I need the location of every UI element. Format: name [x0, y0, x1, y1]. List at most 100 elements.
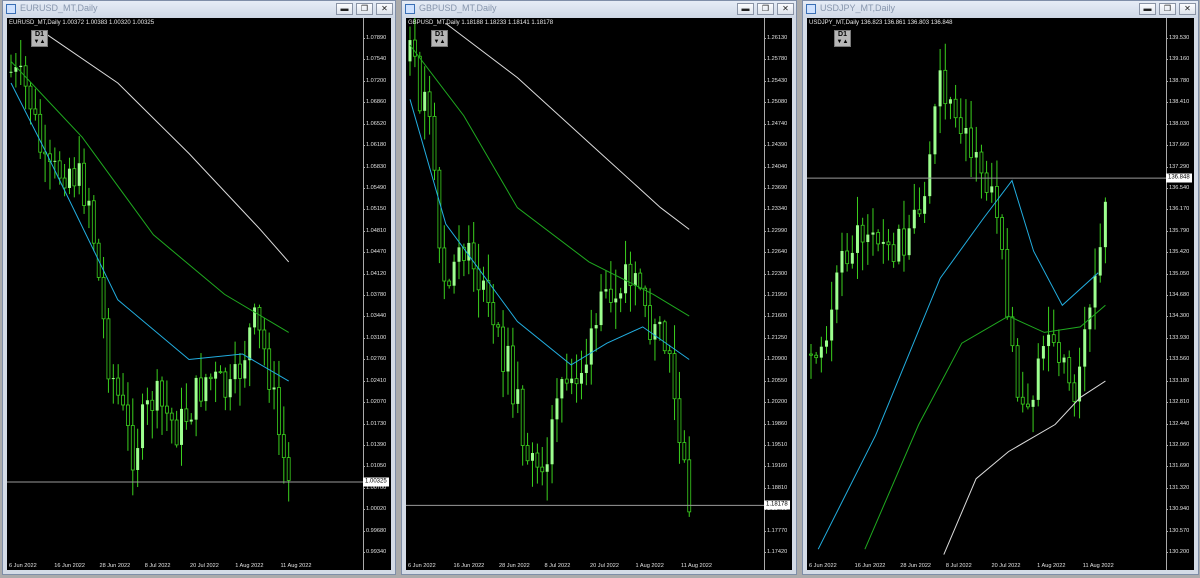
timeframe-selector[interactable]: D1 ▼▲ [834, 30, 851, 47]
chart-window-icon [806, 4, 816, 14]
candle [866, 214, 870, 265]
candle [174, 410, 179, 448]
candle [87, 187, 91, 229]
candle [130, 398, 135, 496]
timeframe-arrows-icon[interactable]: ▼▲ [432, 38, 447, 46]
candle [408, 26, 412, 76]
candle [633, 261, 637, 306]
candle [486, 254, 491, 317]
minimize-button[interactable]: ▬ [336, 3, 353, 15]
chart-window-eurusd[interactable]: EURUSD_MT,Daily ▬ ❐ ✕ EURUSD_MT,Daily 1.… [2, 0, 396, 575]
symbol-header: USDJPY_MT,Daily 136.823 136.861 136.803 … [809, 20, 953, 26]
restore-button[interactable]: ❐ [1159, 3, 1176, 15]
candle [228, 364, 232, 411]
candle [38, 99, 43, 159]
candle [624, 240, 628, 304]
price-tick-label: 134.680 [1165, 292, 1190, 298]
candle [948, 96, 952, 120]
date-tick-label: 8 Jul 2022 [144, 563, 171, 569]
candle [943, 43, 948, 120]
close-button[interactable]: ✕ [777, 3, 794, 15]
candle [953, 84, 958, 128]
price-chart[interactable]: USDJPY_MT,Daily 136.823 136.861 136.803 … [807, 18, 1194, 570]
candle [525, 432, 530, 465]
candle [67, 157, 71, 195]
candle [667, 344, 672, 373]
price-tick-label: 137.660 [1165, 142, 1190, 149]
candle [604, 270, 608, 299]
candle [14, 53, 18, 88]
minimize-button[interactable]: ▬ [737, 3, 754, 15]
candle [257, 304, 262, 349]
price-tick-label: 131.320 [1165, 484, 1190, 491]
candle [1078, 347, 1082, 419]
timeframe-arrows-icon[interactable]: ▼▲ [835, 38, 850, 46]
candlestick-plot[interactable] [406, 18, 764, 560]
candle [91, 195, 96, 252]
price-tick-label: 1.02070 [362, 399, 387, 406]
candle [1031, 395, 1035, 433]
moving-average-mid [10, 61, 289, 333]
window-title: USDJPY_MT,Daily [820, 3, 896, 13]
chart-window-usdjpy[interactable]: USDJPY_MT,Daily ▬ ❐ ✕ USDJPY_MT,Daily 13… [802, 0, 1199, 575]
price-tick-label: 1.00020 [362, 506, 387, 513]
price-tick-label: 1.19860 [763, 420, 788, 427]
price-tick-label: 131.690 [1165, 463, 1190, 470]
price-tick-label: 1.03440 [362, 313, 387, 320]
window-titlebar[interactable]: USDJPY_MT,Daily ▬ ❐ ✕ [803, 1, 1198, 18]
price-tick-label: 1.01050 [362, 463, 387, 470]
candle [912, 183, 916, 234]
price-tick-label: 1.20550 [763, 377, 788, 384]
window-titlebar[interactable]: EURUSD_MT,Daily ▬ ❐ ✕ [3, 1, 395, 18]
date-tick-label: 6 Jun 2022 [408, 563, 436, 569]
price-axis[interactable]: 1.26130 1.25780 1.25430 1.25080 1.24740 1.243… [763, 18, 792, 570]
candle [933, 103, 937, 164]
restore-button[interactable]: ❐ [356, 3, 373, 15]
price-chart[interactable]: GBPUSD_MT,Daily 1.18188 1.18233 1.18141 … [406, 18, 792, 570]
timeframe-selector[interactable]: D1 ▼▲ [431, 30, 448, 47]
window-titlebar[interactable]: GBPUSD_MT,Daily ▬ ❐ ✕ [402, 1, 796, 18]
price-tick-label: 0.99340 [362, 549, 387, 555]
timeframe-arrows-icon[interactable]: ▼▲ [32, 38, 47, 46]
date-tick-label: 8 Jul 2022 [945, 563, 972, 569]
minimize-button[interactable]: ▬ [1139, 3, 1156, 15]
candle [835, 265, 839, 324]
candle [218, 365, 223, 374]
candle [248, 323, 252, 387]
candle [199, 353, 203, 408]
candle [457, 225, 461, 280]
price-tick-label: 1.19510 [763, 441, 788, 448]
candle [516, 361, 520, 414]
candlestick-plot[interactable] [807, 18, 1166, 560]
price-chart[interactable]: EURUSD_MT,Daily 1.00372 1.00383 1.00320 … [7, 18, 391, 570]
price-tick-label: 1.25080 [763, 99, 788, 106]
restore-button[interactable]: ❐ [757, 3, 774, 15]
candle [432, 102, 437, 181]
candle [860, 217, 865, 271]
candle [560, 376, 564, 423]
candle [814, 351, 819, 364]
candle [111, 364, 115, 404]
candle [677, 371, 682, 464]
candle [1056, 329, 1061, 377]
price-axis[interactable]: 139.530 139.160 138.780 138.410 138.030 137.6… [1165, 18, 1194, 570]
price-axis[interactable]: 1.07890 1.07540 1.07200 1.06860 1.06520 1.061… [362, 18, 391, 570]
candle [1083, 306, 1087, 392]
candle [594, 313, 598, 352]
candle [917, 187, 922, 218]
price-tick-label: 139.530 [1165, 35, 1190, 41]
timeframe-selector[interactable]: D1 ▼▲ [31, 30, 48, 47]
moving-average-slow [943, 380, 1106, 555]
close-button[interactable]: ✕ [376, 3, 393, 15]
candle [452, 254, 456, 294]
close-button[interactable]: ✕ [1179, 3, 1196, 15]
candle [928, 141, 932, 204]
price-tick-label: 1.21950 [763, 292, 788, 298]
candle [1051, 309, 1056, 347]
price-tick-label: 1.24390 [763, 142, 788, 149]
candle [447, 278, 452, 289]
chart-window-gbpusd[interactable]: GBPUSD_MT,Daily ▬ ❐ ✕ GBPUSD_MT,Daily 1.… [401, 0, 797, 575]
candle [223, 367, 228, 411]
candle [555, 378, 559, 443]
candlestick-plot[interactable] [7, 18, 363, 560]
